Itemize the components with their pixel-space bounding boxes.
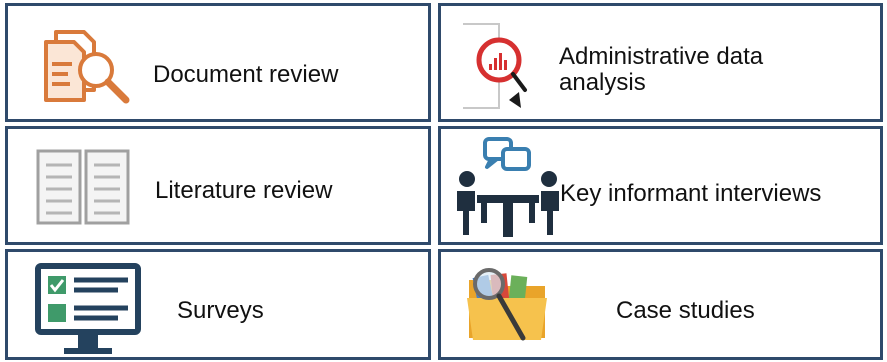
interview-people-icon xyxy=(457,137,559,237)
method-label-administrative-data: Administrative data analysis xyxy=(559,43,764,96)
open-book-icon xyxy=(36,149,130,225)
method-label-document-review: Document review xyxy=(153,61,339,88)
chart-magnifier-icon xyxy=(463,23,527,109)
method-card-case-studies: Case studies xyxy=(438,249,883,360)
method-card-key-informant-interviews: Key informant interviews xyxy=(438,126,883,245)
folder-magnifier-icon xyxy=(467,268,547,341)
method-card-literature-review: Literature review xyxy=(5,126,431,245)
method-card-document-review: Document review xyxy=(5,3,431,122)
method-label-case-studies: Case studies xyxy=(616,297,755,324)
method-card-surveys: Surveys xyxy=(5,249,431,360)
method-card-administrative-data: Administrative data analysis xyxy=(438,3,883,122)
method-label-literature-review: Literature review xyxy=(155,177,333,204)
method-label-surveys: Surveys xyxy=(177,297,264,324)
method-label-key-informant-interviews: Key informant interviews xyxy=(560,180,822,207)
document-search-icon xyxy=(44,30,130,104)
survey-screen-icon xyxy=(35,263,141,354)
